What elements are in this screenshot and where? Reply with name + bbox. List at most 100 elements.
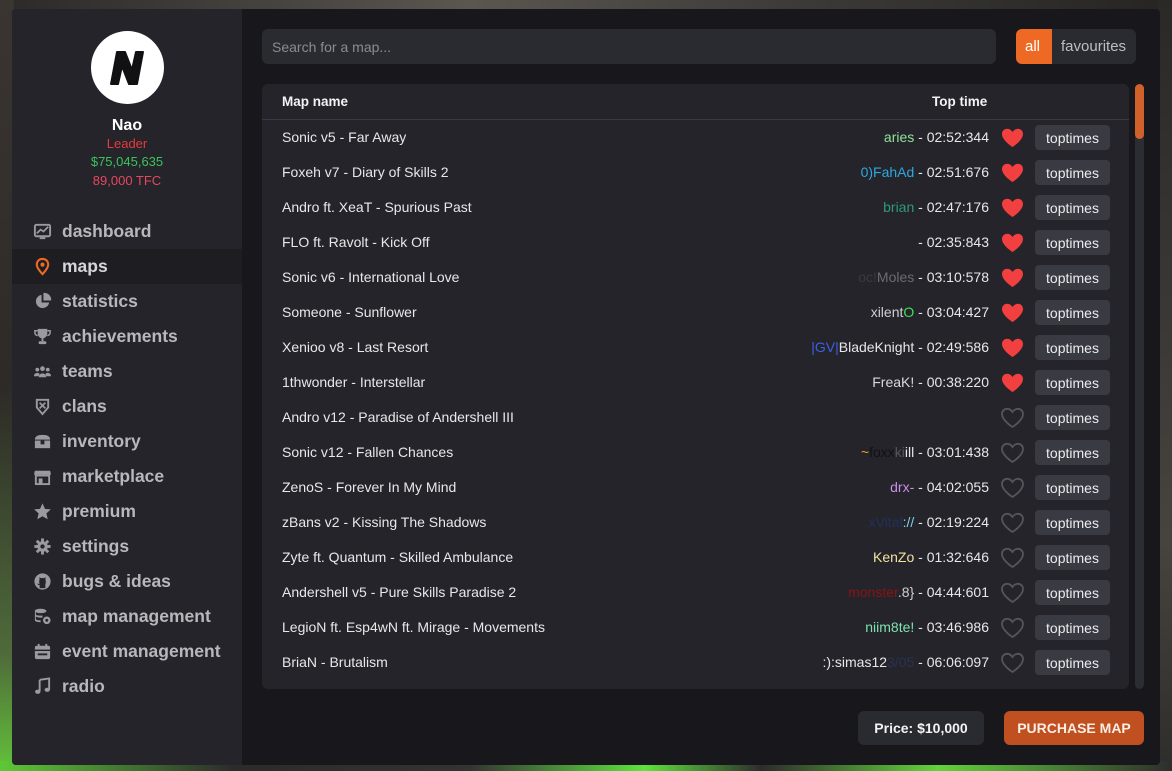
column-header-top-time: Top time	[932, 94, 988, 109]
toptimes-button[interactable]: toptimes	[1035, 405, 1110, 430]
top-time: KenZo - 01:32:646	[873, 549, 989, 565]
sidebar-item-achievements[interactable]: achievements	[12, 319, 242, 354]
table-row[interactable]: Foxeh v7 - Diary of Skills 2 0)FahAd - 02…	[262, 155, 1129, 190]
sidebar-item-maps[interactable]: maps	[12, 249, 242, 284]
heart-filled-icon[interactable]	[1000, 302, 1025, 324]
table-row[interactable]: Sonic v6 - International Love oc!Moles - …	[262, 260, 1129, 295]
toptimes-button[interactable]: toptimes	[1035, 615, 1110, 640]
heart-outline-icon[interactable]	[1000, 477, 1025, 499]
heart-outline-icon[interactable]	[1000, 442, 1025, 464]
time-value: - 00:38:220	[914, 374, 989, 390]
heart-filled-icon[interactable]	[1000, 337, 1025, 359]
table-row[interactable]: 1thwonder - Interstellar FreaK! - 00:38:2…	[262, 365, 1129, 400]
sidebar-item-settings[interactable]: settings	[12, 529, 242, 564]
filter-favourites-button[interactable]: favourites	[1052, 29, 1136, 64]
sidebar-item-map-management[interactable]: map management	[12, 599, 242, 634]
table-row[interactable]: ZenoS - Forever In My Mind drx- - 04:02:0…	[262, 470, 1129, 505]
database-gear-icon	[32, 607, 52, 627]
toptimes-button[interactable]: toptimes	[1035, 580, 1110, 605]
toptimes-button[interactable]: toptimes	[1035, 125, 1110, 150]
table-body: Sonic v5 - Far Away aries - 02:52:344 topt…	[262, 120, 1129, 680]
player-name-segment: xilent	[870, 304, 904, 320]
time-value: - 02:35:843	[918, 234, 989, 250]
player-name-segment: ki	[894, 444, 905, 460]
n-logo-icon	[110, 50, 144, 85]
sidebar-item-event-management[interactable]: event management	[12, 634, 242, 669]
table-row[interactable]: BriaN - Brutalism:):simas123/05 - 06:06:…	[262, 645, 1129, 680]
table-row[interactable]: Andro ft. XeaT - Spurious Past brian - 02…	[262, 190, 1129, 225]
scrollbar-thumb[interactable]	[1135, 84, 1144, 139]
top-time: 0)FahAd - 02:51:676	[861, 164, 989, 180]
sidebar-item-statistics[interactable]: statistics	[12, 284, 242, 319]
sidebar-item-bugs-ideas[interactable]: bugs & ideas	[12, 564, 242, 599]
sidebar-item-premium[interactable]: premium	[12, 494, 242, 529]
table-row[interactable]: Sonic v5 - Far Away aries - 02:52:344 topt…	[262, 120, 1129, 155]
table-row[interactable]: Xenioo v8 - Last Resort |GV|BladeKnight -…	[262, 330, 1129, 365]
sidebar-item-inventory[interactable]: inventory	[12, 424, 242, 459]
username: Nao	[111, 117, 143, 134]
heart-filled-icon[interactable]	[1000, 162, 1025, 184]
player-name-segment: ~	[860, 444, 870, 460]
heart-filled-icon[interactable]	[1000, 197, 1025, 219]
sidebar-item-teams[interactable]: teams	[12, 354, 242, 389]
player-name-segment: O	[903, 304, 915, 320]
table-row[interactable]: FLO ft. Ravolt - Kick Off - 02:35:843 top…	[262, 225, 1129, 260]
sidebar-item-label: premium	[62, 501, 136, 521]
toptimes-button[interactable]: toptimes	[1035, 440, 1110, 465]
toptimes-button[interactable]: toptimes	[1035, 300, 1110, 325]
heart-filled-icon[interactable]	[1000, 127, 1025, 149]
heart-filled-icon[interactable]	[1000, 267, 1025, 289]
toptimes-button[interactable]: toptimes	[1035, 545, 1110, 570]
purchase-map-button[interactable]: PURCHASE MAP	[1004, 711, 1144, 745]
table-row[interactable]: Sonic v12 - Fallen Chances ~foxxkiill - 0…	[262, 435, 1129, 470]
time-value: - 06:06:097	[914, 654, 989, 670]
sidebar-item-radio[interactable]: radio	[12, 669, 242, 704]
map-name: BriaN - Brutalism	[282, 654, 388, 670]
toptimes-button[interactable]: toptimes	[1035, 230, 1110, 255]
table-row[interactable]: Zyte ft. Quantum - Skilled Ambulance KenZ…	[262, 540, 1129, 575]
heart-outline-icon[interactable]	[1000, 407, 1025, 429]
maps-panel: all favourites Map name Top time Sonic v…	[242, 9, 1160, 765]
time-value: - 04:44:601	[914, 584, 989, 600]
toptimes-button[interactable]: toptimes	[1035, 160, 1110, 185]
search-input[interactable]	[262, 29, 996, 64]
time-value: - 01:32:646	[914, 549, 989, 565]
top-time: monster.8} - 04:44:601	[848, 584, 989, 600]
heart-outline-icon[interactable]	[1000, 652, 1025, 674]
heart-filled-icon[interactable]	[1000, 232, 1025, 254]
toptimes-button[interactable]: toptimes	[1035, 195, 1110, 220]
heart-outline-icon[interactable]	[1000, 547, 1025, 569]
calendar-icon	[32, 642, 52, 662]
time-value: - 02:47:176	[914, 199, 989, 215]
sidebar-item-dashboard[interactable]: dashboard	[12, 214, 242, 249]
table-row[interactable]: Andershell v5 - Pure Skills Paradise 2 mo…	[262, 575, 1129, 610]
table-row[interactable]: Someone - Sunflower xilentO - 03:04:427 to…	[262, 295, 1129, 330]
toptimes-button[interactable]: toptimes	[1035, 335, 1110, 360]
heart-outline-icon[interactable]	[1000, 582, 1025, 604]
toptimes-button[interactable]: toptimes	[1035, 370, 1110, 395]
scrollbar[interactable]	[1135, 84, 1144, 689]
player-name-segment: Moles	[876, 269, 915, 285]
table-row[interactable]: zBans v2 - Kissing The Shadows xVital:// …	[262, 505, 1129, 540]
player-name-segment: aries	[883, 129, 915, 145]
chest-icon	[32, 432, 52, 452]
sidebar-item-clans[interactable]: clans	[12, 389, 242, 424]
heart-filled-icon[interactable]	[1000, 372, 1025, 394]
heart-outline-icon[interactable]	[1000, 617, 1025, 639]
toptimes-button[interactable]: toptimes	[1035, 650, 1110, 675]
top-time: drx- - 04:02:055	[890, 479, 989, 495]
player-name-segment: 0)FahAd	[860, 164, 915, 180]
sidebar-item-marketplace[interactable]: marketplace	[12, 459, 242, 494]
shield-icon	[32, 397, 52, 417]
map-name: Someone - Sunflower	[282, 304, 417, 320]
toptimes-button[interactable]: toptimes	[1035, 475, 1110, 500]
map-name: Andro v12 - Paradise of Andershell III	[282, 409, 514, 425]
toptimes-button[interactable]: toptimes	[1035, 510, 1110, 535]
heart-outline-icon[interactable]	[1000, 512, 1025, 534]
filter-all-button[interactable]: all	[1016, 29, 1052, 64]
table-row[interactable]: LegioN ft. Esp4wN ft. Mirage - Movements…	[262, 610, 1129, 645]
table-row[interactable]: Andro v12 - Paradise of Andershell III to…	[262, 400, 1129, 435]
toptimes-button[interactable]: toptimes	[1035, 265, 1110, 290]
users-icon	[32, 362, 52, 382]
top-time: ~foxxkiill - 03:01:438	[861, 444, 989, 460]
